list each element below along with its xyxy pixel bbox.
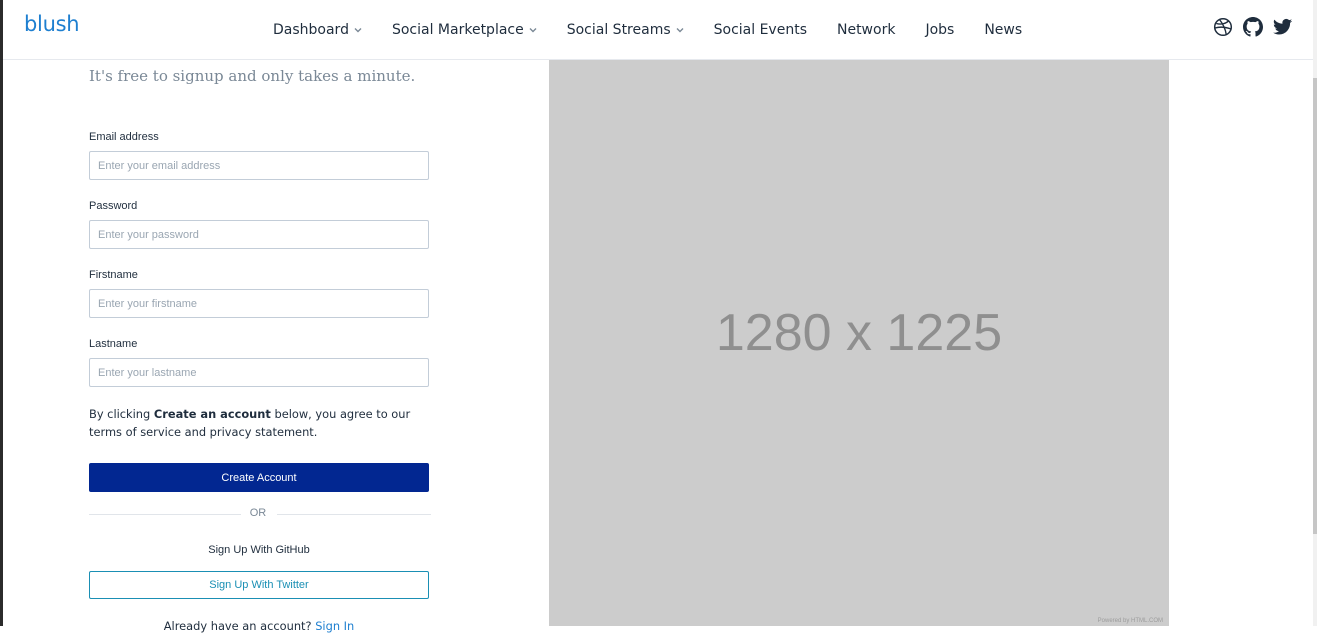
- terms-text: By clicking Create an account below, you…: [89, 405, 434, 441]
- password-field[interactable]: [89, 220, 429, 249]
- email-label: Email address: [89, 131, 159, 143]
- email-field[interactable]: [89, 151, 429, 180]
- divider-line: [277, 514, 431, 515]
- lastname-field[interactable]: [89, 358, 429, 387]
- placeholder-credit: Powered by HTML.COM: [1097, 618, 1163, 624]
- scrollbar[interactable]: [1313, 0, 1317, 626]
- firstname-label: Firstname: [89, 269, 138, 281]
- nav-item-social-marketplace[interactable]: Social Marketplace: [392, 22, 537, 38]
- nav-item-label: Dashboard: [273, 21, 349, 38]
- dribbble-icon[interactable]: [1213, 17, 1233, 37]
- twitter-signup-button[interactable]: Sign Up With Twitter: [89, 571, 429, 599]
- nav-item-social-events[interactable]: Social Events: [714, 22, 807, 38]
- or-text: OR: [249, 507, 267, 519]
- nav-item-label: Network: [836, 21, 896, 38]
- lastname-label: Lastname: [89, 338, 138, 350]
- terms-bold: Create an account: [153, 407, 271, 421]
- password-label: Password: [89, 200, 138, 212]
- twitter-icon[interactable]: [1273, 17, 1293, 37]
- nav-item-label: Social Streams: [566, 21, 671, 38]
- nav-item-network[interactable]: Network: [837, 22, 895, 38]
- create-account-button[interactable]: Create Account: [89, 463, 429, 492]
- top-navbar: blush Dashboard Social Marketplace Socia…: [3, 0, 1313, 60]
- terms-prefix: By clicking: [89, 407, 154, 421]
- scrollbar-thumb[interactable]: [1313, 78, 1317, 534]
- brand-logo[interactable]: blush: [24, 12, 80, 36]
- nav-item-news[interactable]: News: [984, 22, 1022, 38]
- nav-item-social-streams[interactable]: Social Streams: [567, 22, 684, 38]
- signin-prompt: Already have an account? Sign In: [89, 619, 429, 633]
- nav-item-dashboard[interactable]: Dashboard: [273, 22, 362, 38]
- placeholder-dimensions: 1280 x 1225: [715, 304, 1003, 362]
- nav-item-label: Jobs: [925, 21, 955, 38]
- window-edge: [0, 0, 3, 626]
- chevron-down-icon: [354, 27, 362, 32]
- nav-item-label: Social Events: [713, 21, 807, 38]
- or-divider: OR: [89, 506, 431, 522]
- signin-prompt-text: Already have an account?: [163, 619, 312, 633]
- github-icon[interactable]: [1243, 17, 1263, 37]
- github-signup-button[interactable]: Sign Up With GitHub: [89, 537, 429, 563]
- chevron-down-icon: [676, 27, 684, 32]
- main-nav: Dashboard Social Marketplace Social Stre…: [273, 0, 1052, 59]
- nav-item-label: News: [984, 21, 1023, 38]
- nav-item-label: Social Marketplace: [391, 21, 524, 38]
- signin-link[interactable]: Sign In: [315, 619, 354, 633]
- chevron-down-icon: [529, 27, 537, 32]
- nav-item-jobs[interactable]: Jobs: [925, 22, 954, 38]
- social-links: [1203, 17, 1293, 37]
- signup-tagline: It's free to signup and only takes a min…: [89, 67, 416, 85]
- firstname-field[interactable]: [89, 289, 429, 318]
- placeholder-image: 1280 x 1225 Powered by HTML.COM: [549, 60, 1169, 626]
